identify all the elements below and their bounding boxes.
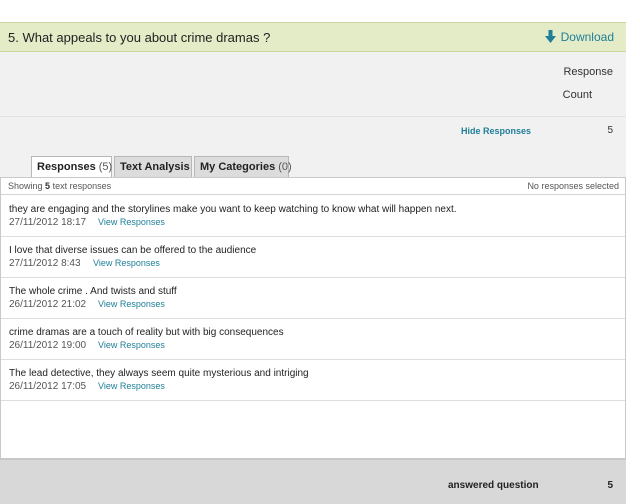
response-text: The lead detective, they always seem qui… — [9, 368, 309, 379]
list-toolbar: Showing 5 text responses No responses se… — [1, 178, 625, 195]
response-date: 27/11/2012 8:43 — [9, 258, 81, 269]
list-item[interactable]: they are engaging and the storylines mak… — [1, 196, 625, 237]
view-responses-link[interactable]: View Responses — [98, 340, 165, 350]
response-date: 26/11/2012 19:00 — [9, 340, 87, 351]
tab-text-analysis[interactable]: Text Analysis — [114, 156, 192, 177]
tab-responses-label: Responses — [37, 161, 96, 173]
selection-status: No responses selected — [527, 181, 619, 191]
response-date: 26/11/2012 17:05 — [9, 381, 87, 392]
tab-my-categories[interactable]: My Categories (0) — [194, 156, 292, 177]
view-responses-link[interactable]: View Responses — [98, 381, 165, 391]
question-header: 5. What appeals to you about crime drama… — [0, 22, 626, 52]
list-item[interactable]: The lead detective, they always seem qui… — [1, 360, 625, 401]
answered-question-label: answered question — [448, 480, 539, 491]
download-arrow-icon — [544, 30, 556, 43]
response-text: I love that diverse issues can be offere… — [9, 245, 257, 256]
response-text: crime dramas are a touch of reality but … — [9, 327, 284, 338]
response-text: they are engaging and the storylines mak… — [9, 204, 457, 215]
answered-question-count: 5 — [607, 480, 613, 491]
tab-my-categories-count: (0) — [278, 161, 292, 173]
response-date: 26/11/2012 21:02 — [9, 299, 87, 310]
view-responses-link[interactable]: View Responses — [98, 217, 165, 227]
view-responses-link[interactable]: View Responses — [93, 258, 160, 268]
response-count-label-line2: Count — [562, 89, 592, 101]
answered-footer: answered question 5 — [0, 459, 626, 504]
response-date: 27/11/2012 18:17 — [9, 217, 87, 228]
tab-my-categories-label: My Categories — [200, 161, 276, 173]
download-link[interactable]: Download — [544, 30, 614, 44]
tab-responses-count: (5) — [98, 161, 113, 173]
response-count-value: 5 — [607, 125, 613, 136]
tab-text-analysis-label: Text Analysis — [120, 161, 190, 173]
showing-suffix: text responses — [52, 181, 112, 191]
view-responses-link[interactable]: View Responses — [98, 299, 165, 309]
tab-responses[interactable]: Responses (5) — [31, 156, 112, 178]
list-item[interactable]: The whole crime . And twists and stuff 2… — [1, 278, 625, 319]
response-count-label-line1: Response — [563, 66, 613, 78]
response-count-header: Response Count — [0, 52, 626, 117]
responses-list: Showing 5 text responses No responses se… — [0, 177, 626, 459]
list-item[interactable]: I love that diverse issues can be offere… — [1, 237, 625, 278]
showing-prefix: Showing — [8, 181, 43, 191]
showing-count: 5 — [45, 181, 51, 191]
showing-count-text: Showing 5 text responses — [8, 181, 111, 191]
question-panel: 5. What appeals to you about crime drama… — [0, 22, 626, 504]
download-label: Download — [560, 30, 614, 44]
hide-responses-link[interactable]: Hide Responses — [461, 126, 531, 136]
list-item[interactable]: crime dramas are a touch of reality but … — [1, 319, 625, 360]
response-text: The whole crime . And twists and stuff — [9, 286, 177, 297]
question-title: 5. What appeals to you about crime drama… — [8, 30, 271, 45]
